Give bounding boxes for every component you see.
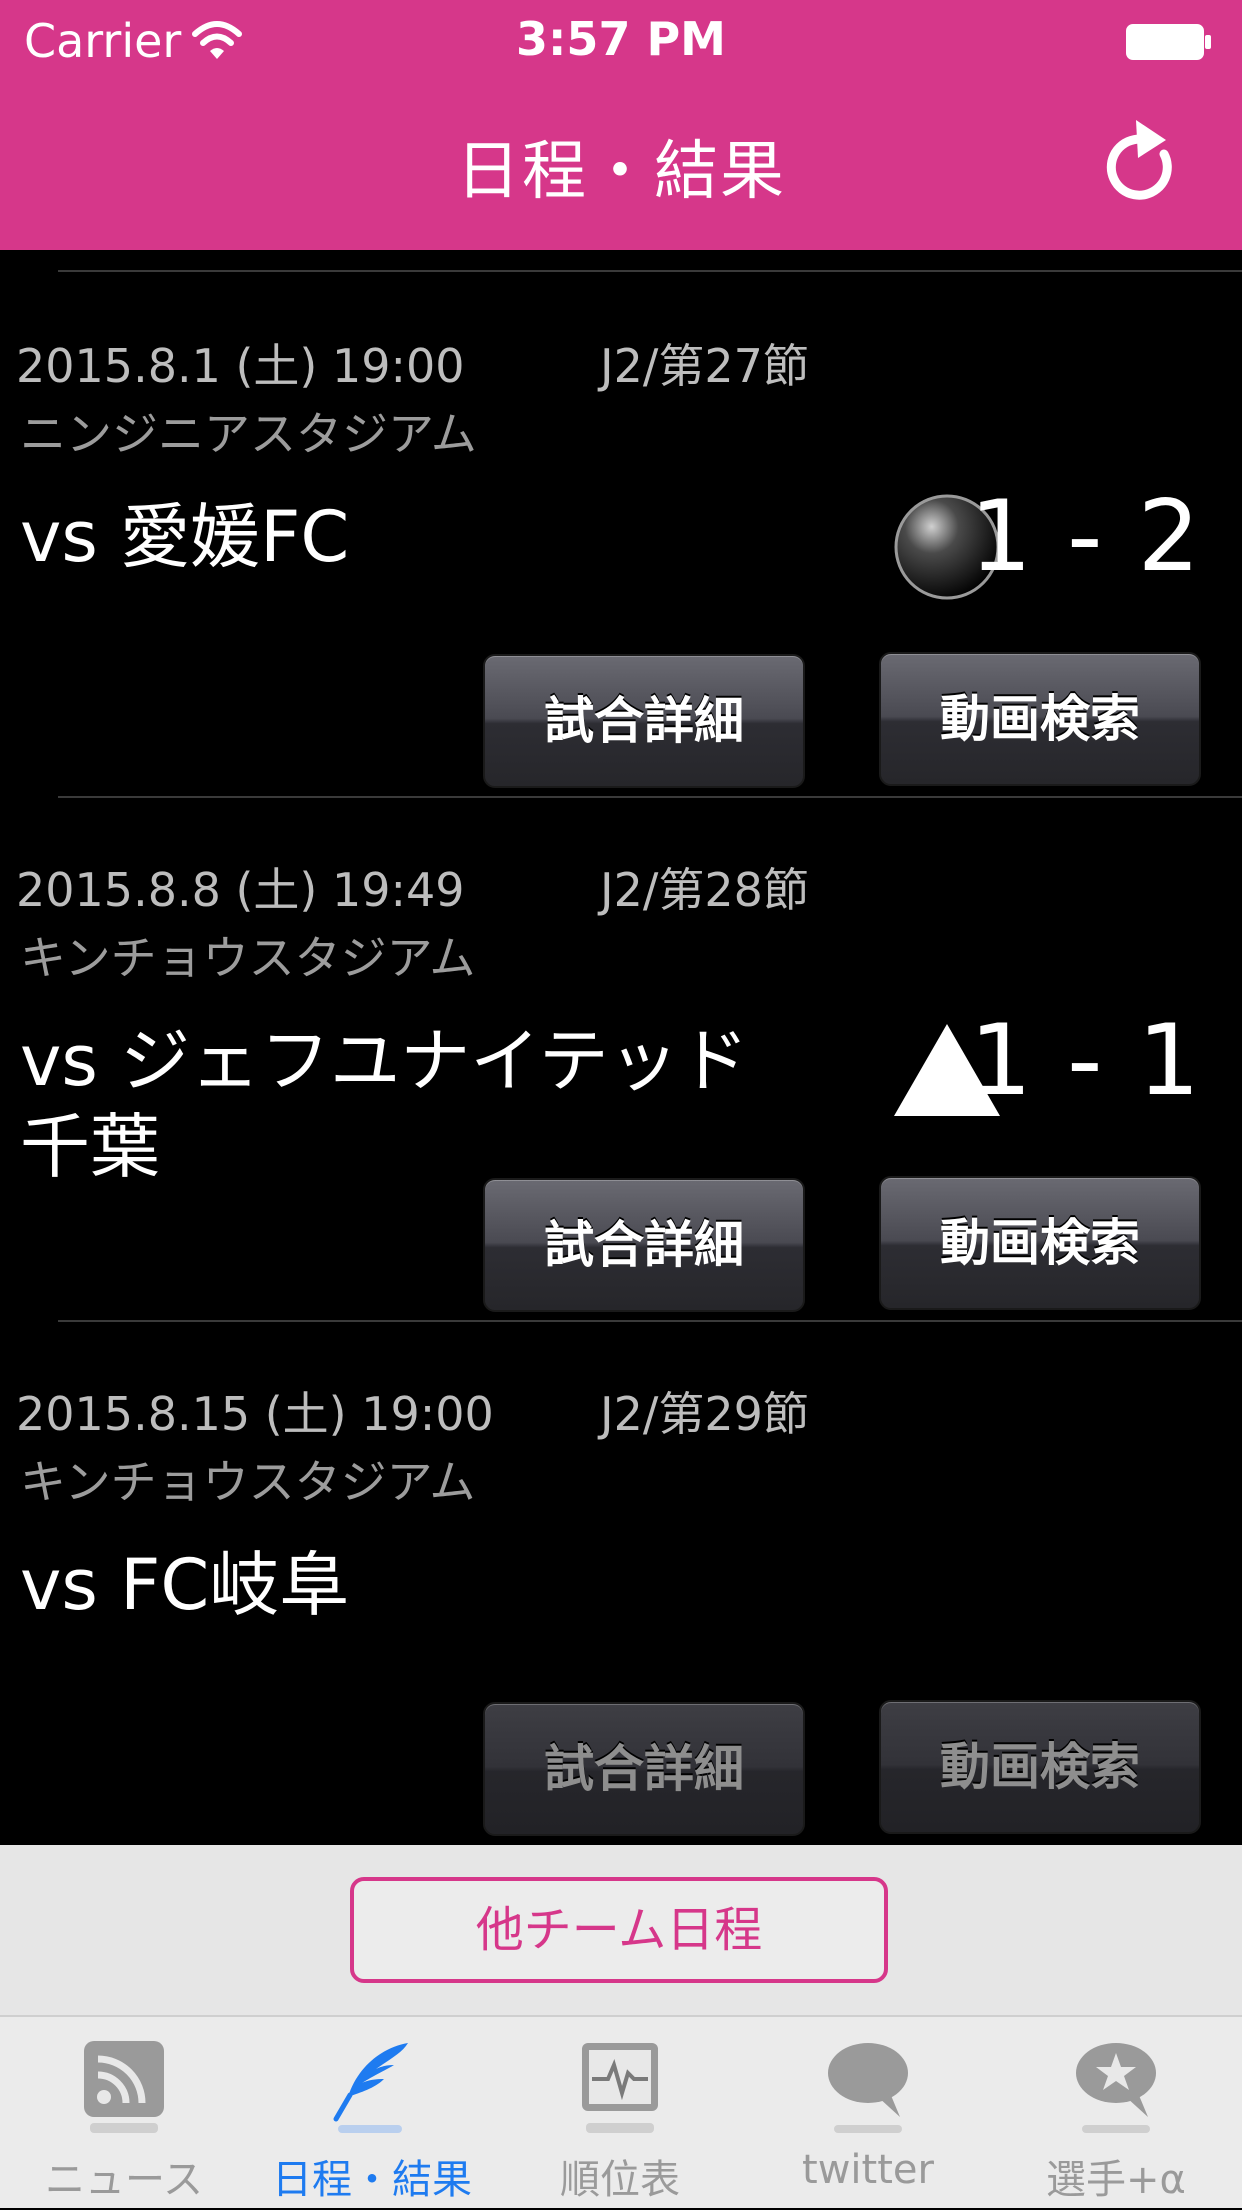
opponent-name: vs FC岐阜 [20, 1544, 350, 1626]
match-score: 1 - 2 [969, 480, 1202, 594]
match-date: 2015.8.8 (土) 19:49 [16, 863, 465, 917]
refresh-icon[interactable] [1102, 116, 1184, 212]
tab-players[interactable]: 選手+α [992, 2017, 1240, 2210]
match-row[interactable]: 2015.8.15 (土) 19:00 J2/第29節 キンチョウスタジアム v… [0, 1322, 1242, 1844]
match-round: J2/第29節 [600, 1387, 809, 1441]
tab-twitter[interactable]: twitter [744, 2017, 992, 2210]
match-date: 2015.8.1 (土) 19:00 [16, 339, 465, 393]
other-team-schedule-button[interactable]: 他チーム日程 [350, 1877, 888, 1983]
tab-label: twitter [802, 2147, 934, 2193]
match-list[interactable]: 2015.8.1 (土) 19:00 J2/第27節 ニンジニアスタジアム vs… [0, 250, 1242, 1845]
bottom-action-bar: 他チーム日程 [0, 1845, 1242, 2015]
video-search-button[interactable]: 動画検索 [879, 1176, 1201, 1310]
battery-icon [1126, 24, 1211, 60]
tab-label: 日程・結果 [272, 2157, 472, 2203]
match-venue: キンチョウスタジアム [20, 931, 476, 985]
tab-news[interactable]: ニュース [0, 2017, 248, 2210]
match-venue: ニンジニアスタジアム [20, 407, 477, 461]
tab-schedule-results[interactable]: 日程・結果 [248, 2017, 496, 2210]
match-venue: キンチョウスタジアム [20, 1455, 476, 1509]
tab-bar: ニュース 日程・結果 順位表 twitter 選手+α [0, 2015, 1242, 2208]
match-row[interactable]: 2015.8.8 (土) 19:49 J2/第28節 キンチョウスタジアム vs… [0, 798, 1242, 1320]
navigation-bar: Carrier 3:57 PM 日程・結果 [0, 0, 1242, 250]
speech-bubble-icon [828, 2043, 908, 2133]
opponent-name: vs 愛媛FC [20, 496, 350, 578]
match-score: 1 - 1 [969, 1004, 1202, 1118]
feather-icon [333, 2043, 408, 2133]
tab-label: 選手+α [1046, 2157, 1186, 2203]
match-round: J2/第28節 [600, 863, 809, 917]
status-bar: Carrier 3:57 PM [0, 0, 1242, 84]
match-detail-button[interactable]: 試合詳細 [483, 1702, 805, 1836]
star-bubble-icon [1076, 2043, 1156, 2133]
video-search-button[interactable]: 動画検索 [879, 652, 1201, 786]
tab-label: ニュース [45, 2157, 203, 2203]
status-time: 3:57 PM [516, 12, 726, 66]
match-detail-button[interactable]: 試合詳細 [483, 1178, 805, 1312]
match-row[interactable]: 2015.8.1 (土) 19:00 J2/第27節 ニンジニアスタジアム vs… [0, 274, 1242, 796]
match-date: 2015.8.15 (土) 19:00 [16, 1387, 494, 1441]
page-title: 日程・結果 [456, 135, 786, 209]
separator [58, 270, 1242, 272]
match-round: J2/第27節 [600, 339, 809, 393]
tab-label: 順位表 [560, 2157, 680, 2203]
pulse-monitor-icon [582, 2043, 658, 2133]
rss-icon [84, 2041, 164, 2133]
match-detail-button[interactable]: 試合詳細 [483, 654, 805, 788]
video-search-button[interactable]: 動画検索 [879, 1700, 1201, 1834]
tab-standings[interactable]: 順位表 [496, 2017, 744, 2210]
opponent-name: vs ジェフユナイテッド千葉 [20, 1020, 749, 1188]
